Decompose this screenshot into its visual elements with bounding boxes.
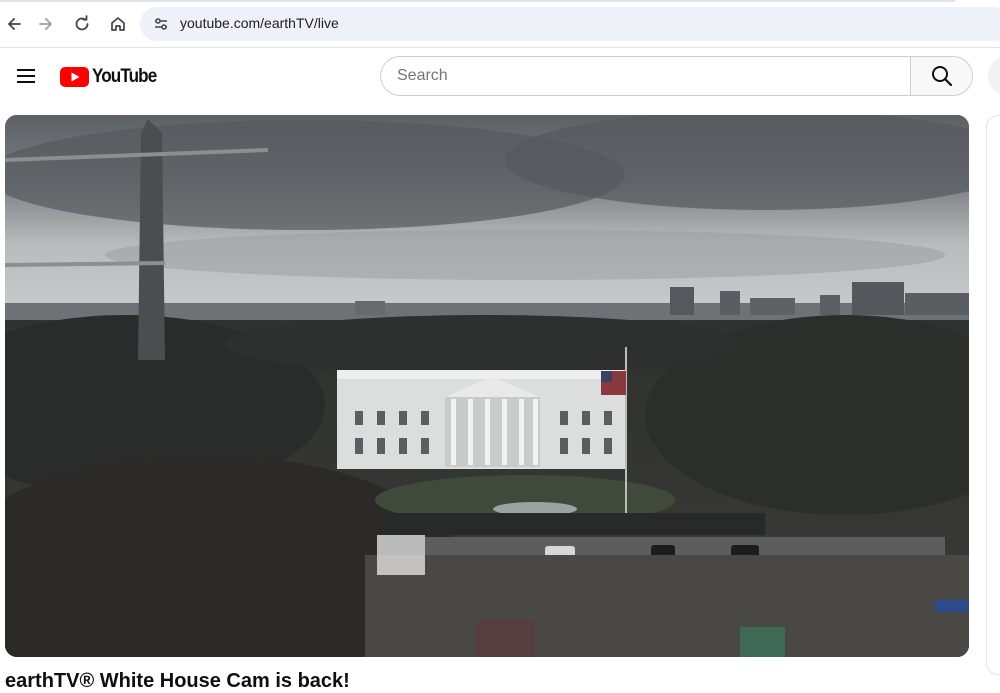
forward-arrow-icon <box>39 18 52 30</box>
live-stream-frame <box>5 115 969 657</box>
browser-toolbar: youtube.com/earthTV/live <box>0 0 1000 48</box>
video-player[interactable] <box>5 115 969 657</box>
hamburger-menu-icon <box>17 69 35 83</box>
youtube-masthead: YouTube <box>0 48 1000 104</box>
forward-button[interactable] <box>32 10 60 38</box>
search-button[interactable] <box>910 56 973 96</box>
voice-search-button[interactable] <box>988 56 1000 96</box>
search-box <box>380 56 911 96</box>
youtube-wordmark: YouTube <box>92 66 157 87</box>
back-arrow-icon <box>8 18 21 30</box>
search-icon <box>931 66 952 87</box>
guide-menu-button[interactable] <box>10 60 42 92</box>
chat-side-panel <box>986 115 1000 675</box>
home-button[interactable] <box>104 10 132 38</box>
url-text[interactable]: youtube.com/earthTV/live <box>180 15 339 31</box>
youtube-play-logo-icon <box>60 67 89 87</box>
site-settings-icon <box>155 18 167 30</box>
video-title: earthTV® White House Cam is back! <box>5 670 350 692</box>
reload-icon <box>75 15 89 31</box>
reload-button[interactable] <box>68 10 96 38</box>
back-button[interactable] <box>0 10 28 38</box>
home-icon <box>111 17 125 31</box>
tab-strip-edge <box>0 0 955 2</box>
search-input[interactable] <box>397 57 897 95</box>
youtube-logo[interactable]: YouTube <box>60 66 163 88</box>
site-info-button[interactable] <box>148 11 174 37</box>
